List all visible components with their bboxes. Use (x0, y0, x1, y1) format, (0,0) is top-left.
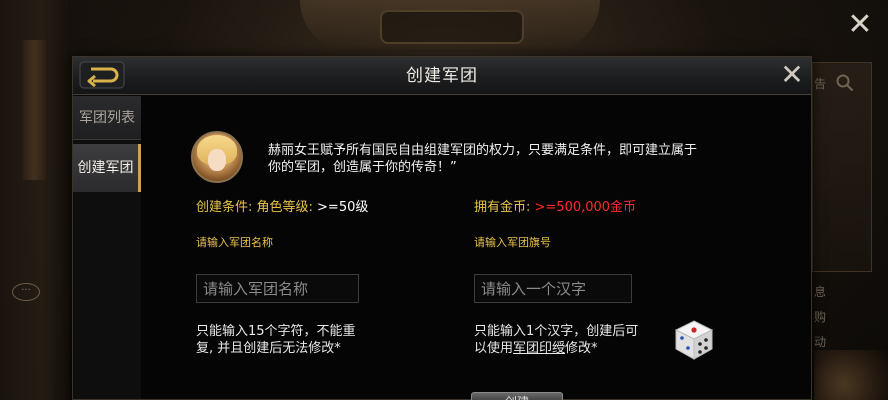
outer-close-icon[interactable]: ✕ (846, 10, 874, 40)
background-crest (300, 0, 600, 52)
intro-line: 你的军团，创造属于你的传奇！” (268, 160, 457, 175)
hint-prefix: 以使用 (474, 341, 514, 356)
hint-line: 复, 并且创建后无法修改* (196, 341, 341, 356)
tab-create-legion[interactable]: 创建军团 (73, 144, 141, 192)
level-condition: 创建条件: 角色等级: >=50级 (196, 196, 368, 215)
gold-condition: 拥有金币: >=500,000金币 (474, 196, 636, 215)
intro-line: 赫丽女王赋予所有国民自由组建军团的权力，只要满足条件，即可建立属于 (268, 143, 698, 158)
chat-bubble-icon[interactable]: ··· (12, 283, 40, 301)
create-legion-content: 赫丽女王赋予所有国民自由组建军团的权力，只要满足条件，即可建立属于 你的军团，创… (141, 96, 811, 400)
background-right-text: 告 (814, 77, 827, 91)
tab-legion-list[interactable]: 军团列表 (73, 96, 141, 140)
close-icon[interactable]: ✕ (777, 61, 807, 91)
create-button-label: 创建 (472, 395, 562, 400)
hint-line: 只能输入15个字符，不能重 (196, 324, 356, 339)
legion-flag-input[interactable] (474, 274, 632, 303)
dialog-header: 创建军团 ✕ (73, 57, 811, 95)
legion-name-input[interactable] (196, 274, 359, 303)
dialog-title: 创建军团 (406, 66, 478, 86)
legion-seal-link[interactable]: 军团印绶 (513, 341, 565, 356)
search-icon[interactable] (836, 74, 854, 92)
background-right-text: 购 (814, 310, 827, 324)
hint-line: 以使用军团印绶修改* (474, 340, 684, 357)
legion-flag-hint: 只能输入1个汉字，创建后可 以使用军团印绶修改* (474, 323, 684, 357)
legion-name-label: 请输入军团名称 (196, 236, 273, 249)
gold-condition-value: >=500,000金币 (534, 200, 637, 215)
background-right-text: 息 (814, 285, 827, 299)
back-arrow-icon[interactable] (79, 61, 125, 89)
background-pillar (22, 40, 46, 180)
background-right-text: 动 (814, 335, 827, 349)
background-bottom-right-decoration (814, 350, 888, 400)
level-condition-label: 创建条件: 角色等级: (196, 200, 318, 215)
sidebar: 军团列表 创建军团 (73, 96, 141, 399)
background-right-panel (812, 62, 872, 272)
gold-condition-label: 拥有金币: (474, 200, 535, 215)
level-condition-value: >=50级 (317, 200, 369, 215)
create-legion-dialog: 创建军团 ✕ 军团列表 创建军团 赫丽女王赋予所有国民自由组建军团的权力，只要满… (72, 56, 812, 400)
intro-text: 赫丽女王赋予所有国民自由组建军团的权力，只要满足条件，即可建立属于 你的军团，创… (268, 142, 748, 176)
legion-name-hint: 只能输入15个字符，不能重 复, 并且创建后无法修改* (196, 323, 396, 357)
hint-suffix: 修改* (565, 341, 598, 356)
create-button[interactable]: 创建 (471, 392, 563, 400)
legion-flag-label: 请输入军团旗号 (474, 236, 551, 249)
queen-avatar (191, 131, 243, 183)
hint-line: 只能输入1个汉字，创建后可 (474, 324, 639, 339)
